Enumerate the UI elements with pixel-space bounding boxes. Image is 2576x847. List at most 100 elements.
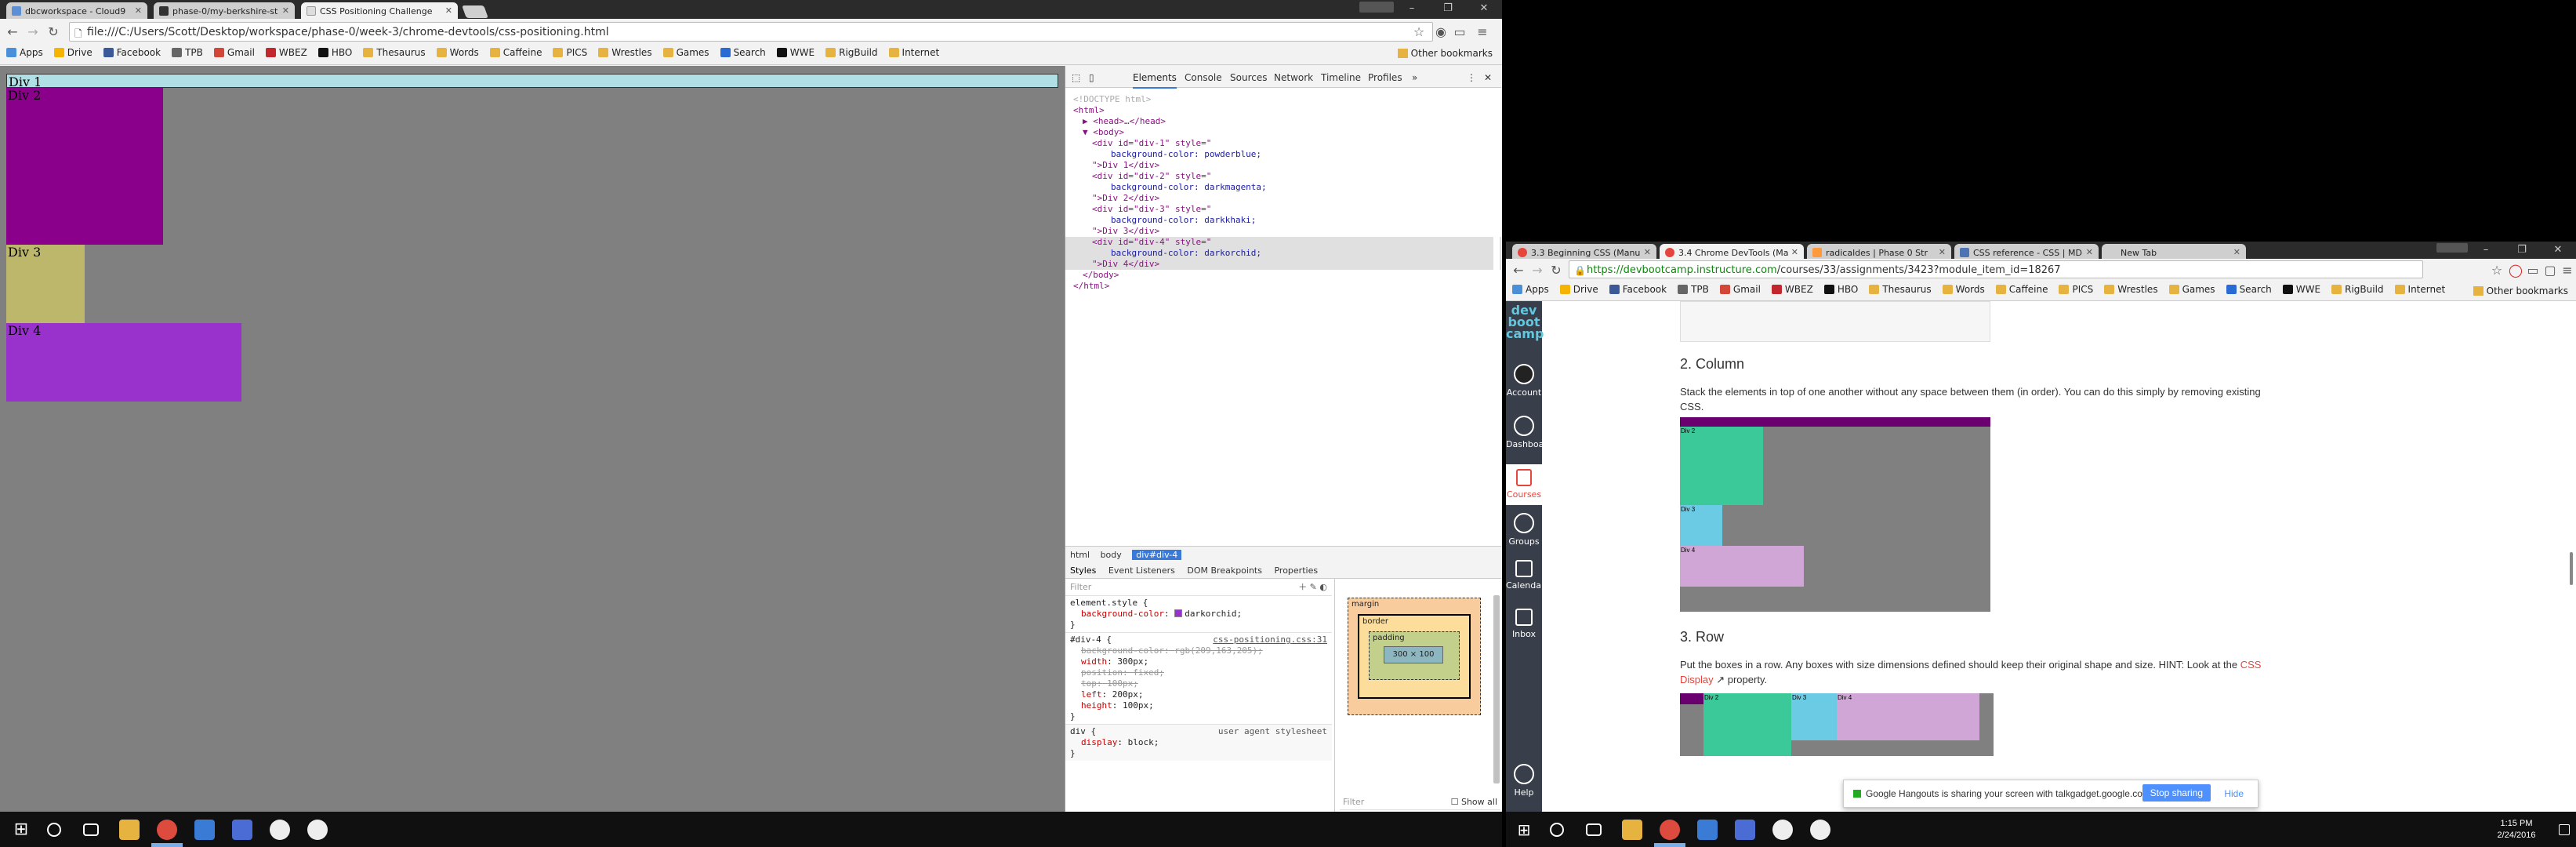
bookmark-facebook[interactable]: Facebook <box>1609 284 1667 295</box>
user-icon[interactable] <box>1359 2 1394 13</box>
style-declaration[interactable]: left: 200px; <box>1070 689 1327 700</box>
tab-beginning-css[interactable]: 3.3 Beginning CSS (Manu ✕ <box>1512 244 1656 260</box>
subtab-styles[interactable]: Styles <box>1070 565 1096 576</box>
bookmark-search[interactable]: Search <box>720 47 766 58</box>
nav-dashboard[interactable]: Dashboard <box>1506 416 1553 449</box>
dom-node-line[interactable]: <div id="div-4" style=" <box>1065 237 1501 248</box>
bookmark-thesaurus[interactable]: Thesaurus <box>363 47 426 58</box>
nav-courses[interactable]: Courses <box>1506 464 1542 505</box>
search-icon[interactable] <box>1550 823 1564 837</box>
itunes-icon[interactable] <box>270 820 290 840</box>
dom-node-line[interactable]: ">Div 3</div> <box>1065 226 1501 237</box>
hide-button[interactable]: Hide <box>2224 788 2244 799</box>
bookmark-drive[interactable]: Drive <box>1559 284 1598 295</box>
bookmark-tpb[interactable]: TPB <box>1678 284 1709 295</box>
bookmark-games[interactable]: Games <box>2168 284 2215 295</box>
close-window-icon[interactable]: ✕ <box>1466 0 1502 19</box>
bookmark-facebook[interactable]: Facebook <box>103 47 161 58</box>
address-bar[interactable]: 🗋 file:///C:/Users/Scott/Desktop/workspa… <box>69 22 1433 42</box>
dom-node-line[interactable]: ">Div 4</div> <box>1065 259 1501 270</box>
address-bar[interactable]: 🔒 https://devbootcamp.instructure.com/co… <box>1569 260 2423 278</box>
bookmark-drive[interactable]: Drive <box>53 47 93 58</box>
dom-node-line[interactable]: ">Div 1</div> <box>1065 160 1501 171</box>
bookmark-hbo[interactable]: HBO <box>1823 284 1858 295</box>
app-icon[interactable] <box>1697 820 1718 840</box>
styles-scrollbar[interactable] <box>1493 595 1500 783</box>
stop-sharing-button[interactable]: Stop sharing <box>2142 784 2211 802</box>
nav-calendar[interactable]: Calendar <box>1506 560 1544 591</box>
bookmark-wrestles[interactable]: Wrestles <box>598 47 652 58</box>
tab-mdn[interactable]: CSS reference - CSS | MD ✕ <box>1954 244 2099 260</box>
bookmark-wwe[interactable]: WWE <box>2282 284 2320 295</box>
dom-node-line[interactable]: background-color: darkmagenta; <box>1065 182 1501 193</box>
style-declaration[interactable]: position: fixed; <box>1070 667 1327 678</box>
dom-node-line[interactable]: <html> <box>1065 105 1501 116</box>
reload-icon[interactable]: ↻ <box>1548 263 1564 278</box>
star-icon[interactable]: ☆ <box>2489 263 2505 278</box>
windows-start-icon[interactable]: ⊞ <box>1514 820 1534 840</box>
cast-icon[interactable]: ▭ <box>1452 24 1468 39</box>
maximize-icon[interactable]: ❐ <box>2504 242 2540 260</box>
nav-inbox[interactable]: Inbox <box>1506 609 1542 639</box>
itunes-icon-2[interactable] <box>307 820 328 840</box>
tab-profiles[interactable]: Profiles <box>1368 72 1402 83</box>
bookmark-wwe[interactable]: WWE <box>776 47 815 58</box>
bookmark-pics[interactable]: PICS <box>553 47 587 58</box>
dom-node-line[interactable]: <!DOCTYPE html> <box>1065 94 1501 105</box>
close-icon[interactable]: ✕ <box>2086 247 2093 257</box>
tab-cloud9[interactable]: dbcworkspace - Cloud9 ✕ <box>6 2 147 19</box>
minimize-icon[interactable]: – <box>1394 0 1430 19</box>
dom-node-line[interactable]: </body> <box>1065 270 1501 281</box>
bookmark-search[interactable]: Search <box>2226 284 2272 295</box>
nav-account[interactable]: Account <box>1506 364 1542 398</box>
close-devtools-icon[interactable]: ✕ <box>1484 72 1492 83</box>
opera-icon[interactable]: ◯ <box>2508 263 2523 278</box>
maximize-icon[interactable]: ❐ <box>1430 0 1466 19</box>
star-icon[interactable]: ☆ <box>1411 24 1427 39</box>
dom-tree[interactable]: <!DOCTYPE html> <html> ▶ <head>…</head> ▼ <… <box>1065 88 1501 590</box>
kebab-menu-icon[interactable]: ⋮ <box>1467 72 1476 83</box>
show-all-checkbox[interactable]: ☐ Show all <box>1451 797 1497 808</box>
style-declaration[interactable]: background-color: darkorchid; <box>1070 609 1327 620</box>
bookmark-wrestles[interactable]: Wrestles <box>2104 284 2158 295</box>
bookmark-thesaurus[interactable]: Thesaurus <box>1869 284 1932 295</box>
nav-help[interactable]: Help <box>1506 764 1542 798</box>
styles-divider[interactable] <box>1334 579 1335 812</box>
bookmark-gmail[interactable]: Gmail <box>1719 284 1761 295</box>
device-icon[interactable]: ▯ <box>1089 72 1094 83</box>
tab-elements[interactable]: Elements <box>1133 72 1177 89</box>
tab-console[interactable]: Console <box>1185 72 1222 83</box>
other-bookmarks[interactable]: Other bookmarks <box>1397 48 1493 59</box>
tab-chrome-devtools[interactable]: 3.4 Chrome DevTools (Ma ✕ <box>1660 244 1804 260</box>
color-swatch-icon[interactable] <box>1174 609 1183 617</box>
new-rule-icon[interactable]: ＋ ✎ ◐ <box>1298 582 1327 593</box>
dom-node-line[interactable]: <div id="div-3" style=" <box>1065 204 1501 215</box>
reload-icon[interactable]: ↻ <box>45 24 61 39</box>
minimize-icon[interactable]: – <box>2468 242 2504 260</box>
bookmark-tpb[interactable]: TPB <box>172 47 203 58</box>
bookmark-wbez[interactable]: WBEZ <box>1771 284 1813 295</box>
tab-network[interactable]: Network <box>1274 72 1313 83</box>
bookmark-games[interactable]: Games <box>662 47 709 58</box>
search-icon[interactable] <box>47 823 61 837</box>
extension-icon[interactable]: ◉ <box>1433 24 1449 39</box>
bookmark-rigbuild[interactable]: RigBuild <box>2331 284 2384 295</box>
tab-timeline[interactable]: Timeline <box>1321 72 1361 83</box>
other-bookmarks[interactable]: Other bookmarks <box>2473 285 2568 296</box>
tab-new-tab[interactable]: New Tab ✕ <box>2102 244 2246 260</box>
itunes-icon-2[interactable] <box>1810 820 1830 840</box>
computed-filter-input[interactable]: Filter <box>1343 797 1364 807</box>
task-view-icon[interactable] <box>1586 823 1602 836</box>
notifications-icon[interactable] <box>2559 824 2570 835</box>
back-icon[interactable]: ← <box>5 24 20 39</box>
subtab-event-listeners[interactable]: Event Listeners <box>1108 565 1175 576</box>
user-icon[interactable] <box>2436 243 2468 253</box>
crumb-body[interactable]: body <box>1101 550 1122 560</box>
bookmark-gmail[interactable]: Gmail <box>213 47 255 58</box>
style-declaration[interactable]: height: 100px; <box>1070 700 1327 711</box>
tab-css-positioning[interactable]: CSS Positioning Challenge ✕ <box>301 2 458 19</box>
app-icon-2[interactable] <box>1735 820 1755 840</box>
bookmark-caffeine[interactable]: Caffeine <box>489 47 542 58</box>
bookmark-apps[interactable]: Apps <box>1512 284 1549 295</box>
subtab-dom-breakpoints[interactable]: DOM Breakpoints <box>1187 565 1262 576</box>
